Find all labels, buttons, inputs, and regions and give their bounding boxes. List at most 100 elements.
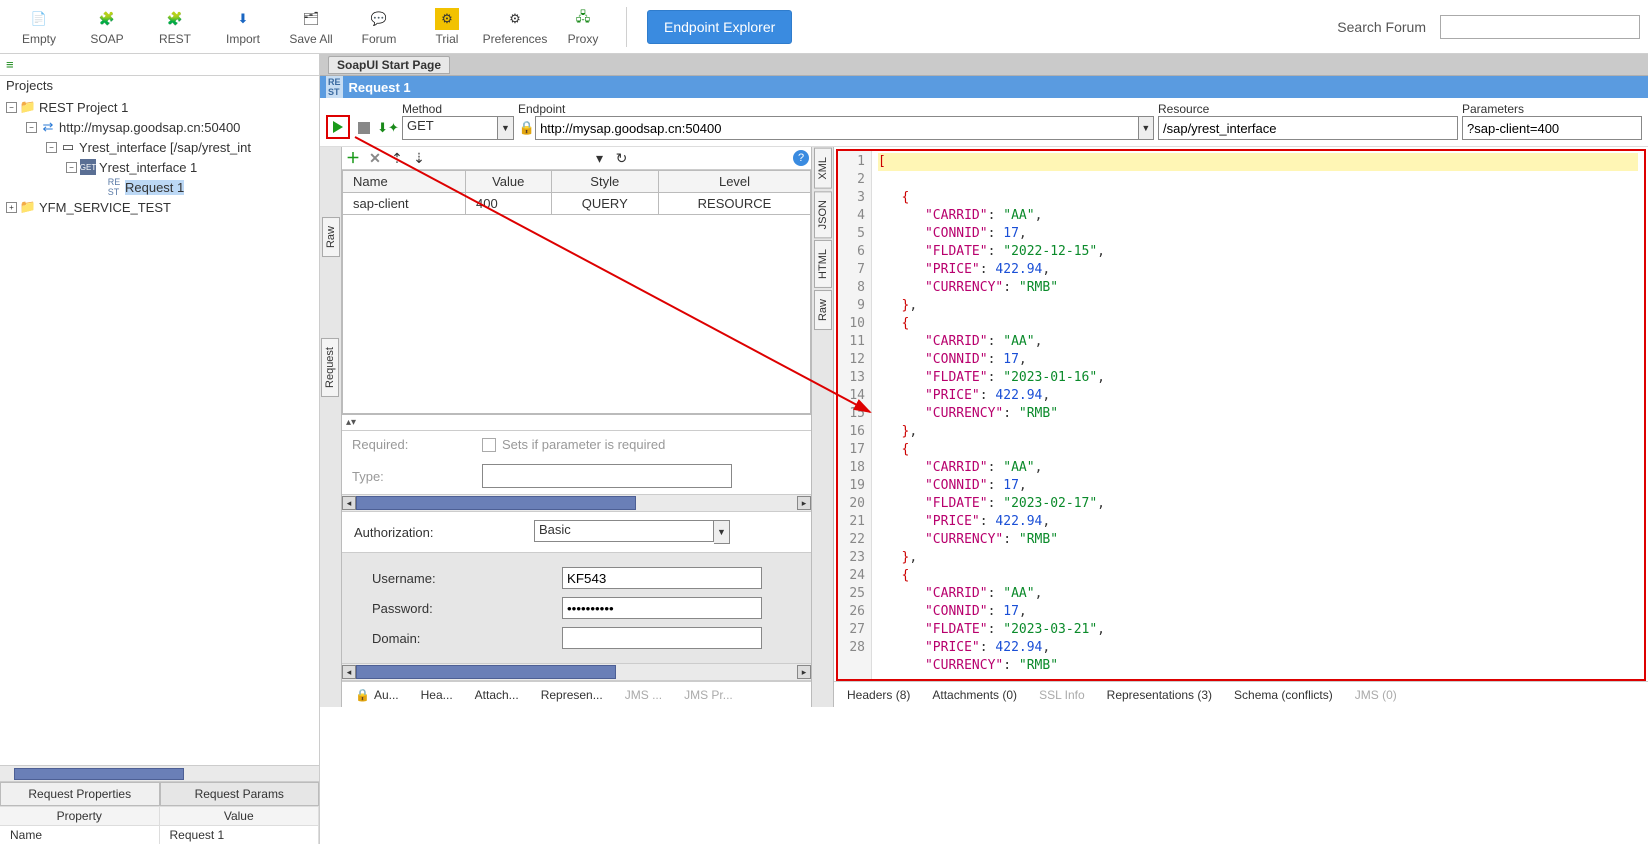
domain-label: Domain: [372, 631, 562, 646]
soap-icon: 🧩 [95, 8, 119, 30]
col-name[interactable]: Name [343, 171, 466, 193]
proxy-button[interactable]: 🖧Proxy [552, 2, 614, 52]
request-icon: REST [106, 179, 122, 195]
rest-button[interactable]: 🧩REST [144, 2, 206, 52]
help-icon[interactable]: ? [793, 150, 809, 166]
type-input[interactable] [482, 464, 732, 488]
tree-endpoint[interactable]: http://mysap.goodsap.cn:50400 [59, 120, 240, 135]
proxy-icon: 🖧 [571, 8, 595, 30]
tab-start-page[interactable]: SoapUI Start Page [328, 56, 450, 74]
req-tab-headers[interactable]: Hea... [412, 684, 462, 706]
type-label: Type: [352, 469, 482, 484]
password-label: Password: [372, 601, 562, 616]
tree-h-scrollbar[interactable] [0, 765, 319, 781]
editor-tabstrip: SoapUI Start Page [320, 54, 1648, 76]
preferences-button[interactable]: ⚙Preferences [484, 2, 546, 52]
soap-button[interactable]: 🧩SOAP [76, 2, 138, 52]
password-input[interactable] [562, 597, 762, 619]
twist-icon[interactable] [46, 142, 57, 153]
trial-button[interactable]: ⚙Trial [416, 2, 478, 52]
required-checkbox[interactable] [482, 438, 496, 452]
tree-rest-project[interactable]: REST Project 1 [39, 100, 128, 115]
endpoint-input[interactable] [535, 116, 1139, 140]
file-icon: 📄 [27, 8, 51, 30]
add-param-icon[interactable]: ＋ [344, 149, 362, 167]
domain-input[interactable] [562, 627, 762, 649]
resp-xml-tab[interactable]: XML [814, 148, 832, 189]
resp-json-tab[interactable]: JSON [814, 191, 832, 238]
resp-tab-schema[interactable]: Schema (conflicts) [1225, 684, 1342, 706]
col-style[interactable]: Style [551, 171, 659, 193]
req-tab-attachments[interactable]: Attach... [466, 684, 528, 706]
add-to-testcase-button[interactable]: ⬇✦ [378, 118, 398, 138]
method-select[interactable]: GET [402, 116, 498, 140]
request-raw-tab[interactable]: Raw [322, 217, 340, 257]
import-button[interactable]: ⬇Import [212, 2, 274, 52]
tree-request-1[interactable]: Request 1 [125, 180, 184, 195]
twist-icon[interactable] [26, 122, 37, 133]
propgrid-name-cell: Name [0, 826, 160, 844]
request-request-tab[interactable]: Request [321, 338, 339, 397]
twist-icon[interactable] [6, 202, 17, 213]
resp-tab-ssl[interactable]: SSL Info [1030, 684, 1094, 706]
resp-tab-headers[interactable]: Headers (8) [838, 684, 919, 706]
username-label: Username: [372, 571, 562, 586]
req-tab-jms[interactable]: JMS ... [616, 684, 671, 706]
authorization-select[interactable]: Basic [534, 520, 714, 542]
detail-handle[interactable]: ▴▾ [342, 415, 811, 431]
save-all-button[interactable]: 🗂Save All [280, 2, 342, 52]
dropdown-caret-icon[interactable]: ▼ [1139, 116, 1154, 140]
tree-interface-1[interactable]: Yrest_interface 1 [99, 160, 197, 175]
authorization-label: Authorization: [354, 525, 534, 540]
req-tab-auth[interactable]: 🔒Au... [346, 684, 408, 706]
col-value[interactable]: Value [465, 171, 551, 193]
save-all-icon: 🗂 [299, 8, 323, 30]
resp-raw-tab[interactable]: Raw [814, 290, 832, 330]
response-viewer[interactable]: 1234567891011121314151617181920212223242… [836, 149, 1646, 681]
req-tab-jms-pr[interactable]: JMS Pr... [675, 684, 742, 706]
move-down-icon[interactable]: ⇣ [410, 149, 428, 167]
resp-tab-representations[interactable]: Representations (3) [1098, 684, 1221, 706]
table-row[interactable]: sap-client 400 QUERY RESOURCE [343, 193, 811, 215]
dropdown-caret-icon[interactable]: ▼ [498, 116, 514, 140]
twist-icon[interactable] [66, 162, 77, 173]
resource-input[interactable] [1158, 116, 1458, 140]
resp-tab-jms[interactable]: JMS (0) [1346, 684, 1406, 706]
separator [626, 7, 627, 47]
stop-button[interactable] [354, 118, 374, 138]
dropdown-caret-icon[interactable]: ▼ [714, 520, 730, 544]
endpoint-icon: ⇄ [40, 119, 56, 135]
username-input[interactable] [562, 567, 762, 589]
twist-icon [92, 182, 103, 193]
forum-button[interactable]: 💬Forum [348, 2, 410, 52]
trial-icon: ⚙ [435, 8, 459, 30]
tree-collapse-icon[interactable]: ≡ [6, 57, 14, 72]
request-title-bar: REST Request 1 [320, 76, 1648, 98]
reload-icon[interactable]: ↻ [613, 149, 631, 167]
resp-html-tab[interactable]: HTML [814, 240, 832, 288]
main-toolbar: 📄Empty 🧩SOAP 🧩REST ⬇Import 🗂Save All 💬Fo… [0, 0, 1648, 54]
resp-tab-attachments[interactable]: Attachments (0) [923, 684, 1026, 706]
endpoint-explorer-button[interactable]: Endpoint Explorer [647, 10, 792, 44]
collapse-icon[interactable]: ▾ [591, 149, 609, 167]
required-hint: Sets if parameter is required [502, 437, 665, 452]
reqpane-h-scrollbar[interactable]: ◂▸ [342, 663, 811, 681]
req-tab-representations[interactable]: Represen... [532, 684, 612, 706]
twist-icon[interactable] [6, 102, 17, 113]
parameters-input[interactable] [1462, 116, 1642, 140]
folder-icon: 📁 [20, 199, 36, 215]
col-level[interactable]: Level [659, 171, 811, 193]
search-forum-input[interactable] [1440, 15, 1640, 39]
propgrid-header-property: Property [0, 807, 160, 825]
move-up-icon[interactable]: ⇡ [388, 149, 406, 167]
propgrid-value-cell: Request 1 [160, 826, 320, 844]
tree-yfm-service[interactable]: YFM_SERVICE_TEST [39, 200, 171, 215]
tab-request-params[interactable]: Request Params [160, 782, 320, 806]
empty-button[interactable]: 📄Empty [8, 2, 70, 52]
tab-request-properties[interactable]: Request Properties [0, 782, 160, 806]
detail-h-scrollbar[interactable]: ◂▸ [342, 494, 811, 512]
run-button[interactable] [326, 115, 350, 139]
method-label: Method [402, 102, 514, 116]
tree-interface[interactable]: Yrest_interface [/sap/yrest_int [79, 140, 251, 155]
remove-param-icon[interactable]: ✕ [366, 149, 384, 167]
